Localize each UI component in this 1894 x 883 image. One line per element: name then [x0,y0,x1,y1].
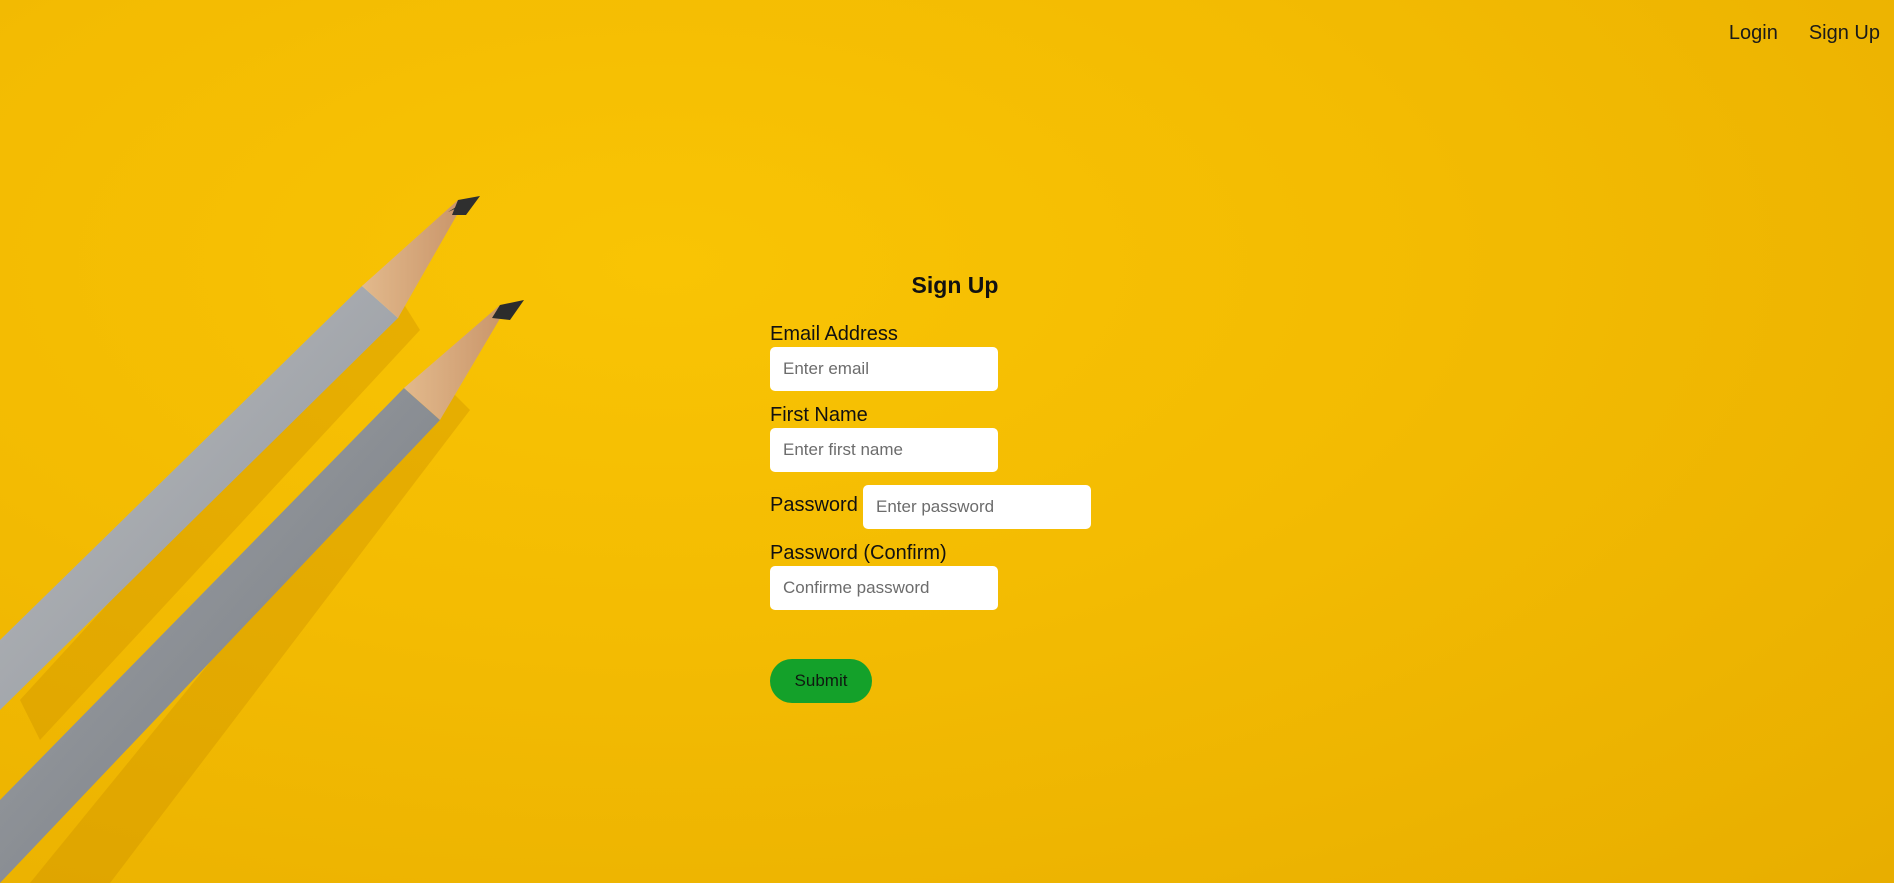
top-nav: Login Sign Up [1729,22,1880,45]
pencil-upper [0,196,480,710]
first-name-label: First Name [770,404,868,426]
password-label: Password [770,494,858,516]
submit-button[interactable]: Submit [770,659,872,703]
nav-login-link[interactable]: Login [1729,22,1778,45]
pencil-shadow [30,380,470,883]
password-confirm-field[interactable] [770,566,998,610]
form-title: Sign Up [911,272,999,298]
password-field[interactable] [863,485,1091,529]
pencil-lower [0,300,524,883]
first-name-field[interactable] [770,428,998,472]
pencil-shadow [20,290,420,740]
email-label: Email Address [770,323,898,345]
nav-signup-link[interactable]: Sign Up [1809,22,1880,45]
email-field[interactable] [770,347,998,391]
password-confirm-label: Password (Confirm) [770,542,947,564]
